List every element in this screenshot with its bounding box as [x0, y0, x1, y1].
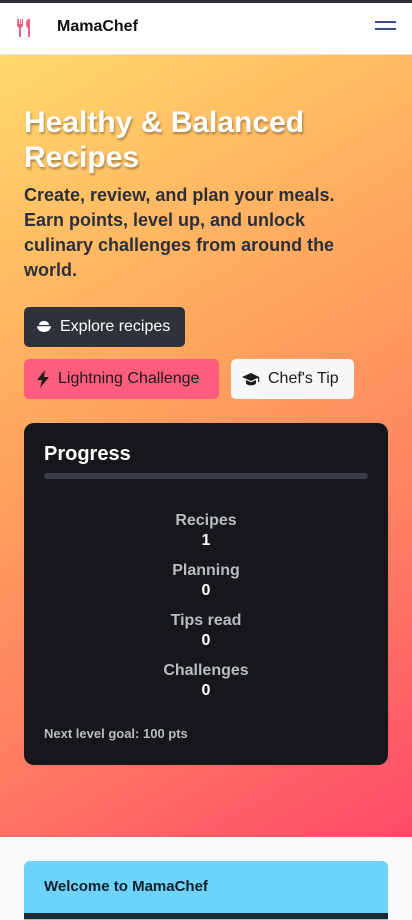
stat-challenges: Challenges 0: [24, 661, 388, 701]
lightning-challenge-label: Lightning Challenge: [58, 370, 200, 387]
chefs-tip-label: Chef's Tip: [268, 370, 339, 387]
next-level-goal: Next level goal: 100 pts: [44, 726, 188, 741]
stat-value: 0: [201, 682, 211, 699]
graduation-cap-icon: [242, 373, 260, 386]
stat-label: Planning: [172, 562, 240, 579]
progress-card: Progress Recipes 1 Planning 0 Tips read …: [24, 423, 388, 765]
navbar: MamaChef: [0, 3, 412, 55]
hero-title: Healthy & Balanced Recipes: [24, 106, 305, 174]
stat-label: Recipes: [175, 512, 237, 529]
bolt-icon: [37, 370, 49, 388]
bowl-icon: [37, 321, 51, 332]
lightning-challenge-button[interactable]: Lightning Challenge: [24, 359, 219, 399]
stat-recipes: Recipes 1: [24, 511, 388, 551]
welcome-card: Welcome to MamaChef: [24, 861, 388, 920]
explore-recipes-button[interactable]: Explore recipes: [24, 307, 185, 347]
chefs-tip-button[interactable]: Chef's Tip: [231, 359, 354, 399]
stat-value: 0: [201, 582, 211, 599]
stat-value: 0: [201, 632, 211, 649]
level-progress-bar: [44, 473, 368, 479]
explore-recipes-label: Explore recipes: [60, 318, 171, 335]
stat-tips-read: Tips read 0: [24, 611, 388, 651]
hero-section: Healthy & Balanced Recipes Create, revie…: [0, 55, 412, 837]
stat-label: Tips read: [170, 612, 242, 629]
welcome-card-divider: [24, 913, 388, 919]
brand-name[interactable]: MamaChef: [57, 18, 138, 36]
stat-planning: Planning 0: [24, 561, 388, 601]
progress-title: Progress: [44, 443, 131, 465]
utensils-icon: [15, 18, 33, 38]
stat-label: Challenges: [163, 662, 249, 679]
welcome-title: Welcome to MamaChef: [44, 878, 208, 895]
hamburger-menu-icon[interactable]: [375, 19, 397, 33]
hero-subtitle: Create, review, and plan your meals. Ear…: [24, 185, 335, 280]
stat-value: 1: [201, 532, 211, 549]
